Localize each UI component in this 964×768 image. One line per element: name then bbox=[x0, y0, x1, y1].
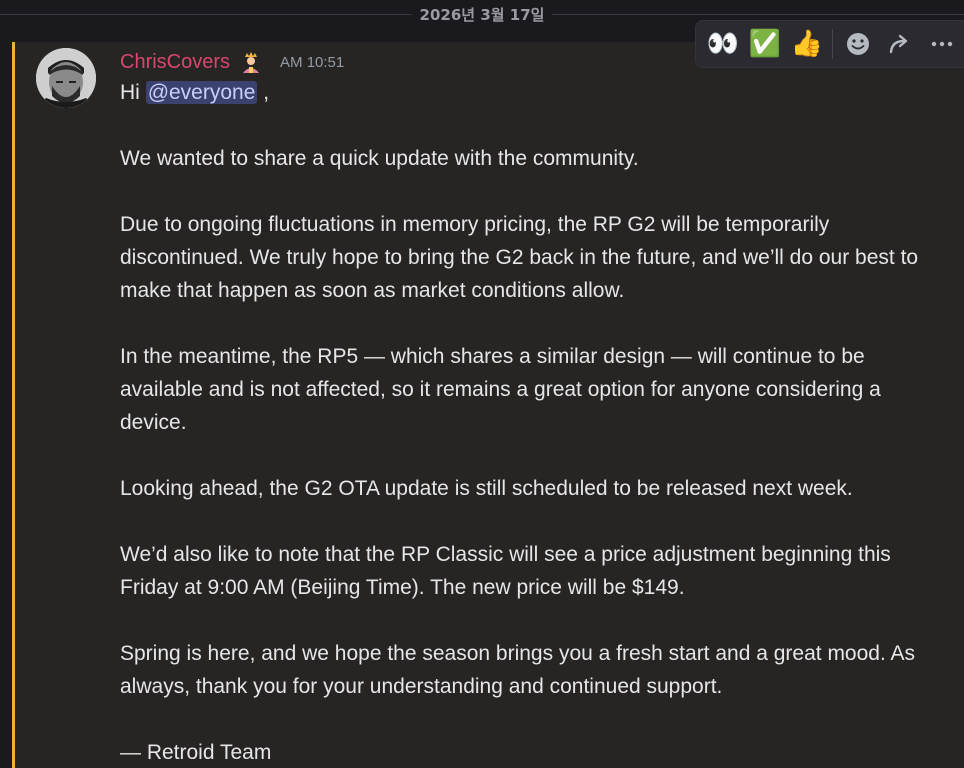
avatar-image bbox=[36, 48, 96, 108]
check-mark-icon[interactable]: ✅ bbox=[744, 24, 786, 64]
crowned-person-icon[interactable] bbox=[240, 51, 262, 73]
message-timestamp[interactable]: AM 10:51 bbox=[280, 54, 344, 71]
toolbar-separator bbox=[832, 29, 833, 59]
date-divider-label: 2026년 3월 17일 bbox=[411, 4, 553, 25]
avatar[interactable] bbox=[36, 48, 96, 108]
everyone-mention[interactable]: @everyone bbox=[145, 81, 258, 104]
greeting-prefix: Hi bbox=[120, 81, 140, 104]
more-options-icon[interactable] bbox=[921, 24, 963, 64]
message-signature: — Retroid Team bbox=[120, 741, 272, 764]
thumbs-up-icon[interactable]: 👍 bbox=[786, 24, 828, 64]
message-header: ChrisCovers AM 10:51 bbox=[120, 48, 344, 76]
message[interactable]: ChrisCovers AM 10:51 Hi @everyone , We w… bbox=[12, 42, 964, 768]
message-paragraph: Looking ahead, the G2 OTA update is stil… bbox=[120, 477, 853, 500]
author-name[interactable]: ChrisCovers bbox=[120, 51, 230, 74]
chat-view: 2026년 3월 17일 ChrisCovers AM 10:51 Hi @ev… bbox=[0, 0, 964, 768]
message-paragraph: We’d also like to note that the RP Class… bbox=[120, 543, 891, 599]
message-paragraph: We wanted to share a quick update with t… bbox=[120, 147, 639, 170]
message-paragraph: In the meantime, the RP5 — which shares … bbox=[120, 345, 881, 434]
message-paragraph: Spring is here, and we hope the season b… bbox=[120, 642, 915, 698]
forward-icon[interactable] bbox=[879, 24, 921, 64]
greeting-line: Hi @everyone , bbox=[120, 76, 950, 109]
eyes-icon[interactable]: 👀 bbox=[702, 24, 744, 64]
message-paragraph: Due to ongoing fluctuations in memory pr… bbox=[120, 213, 919, 302]
message-content: Hi @everyone , We wanted to share a quic… bbox=[120, 76, 950, 768]
greeting-suffix: , bbox=[263, 81, 270, 104]
message-toolbar: 👀 ✅ 👍 bbox=[695, 20, 964, 68]
add-reaction-icon[interactable] bbox=[837, 24, 879, 64]
